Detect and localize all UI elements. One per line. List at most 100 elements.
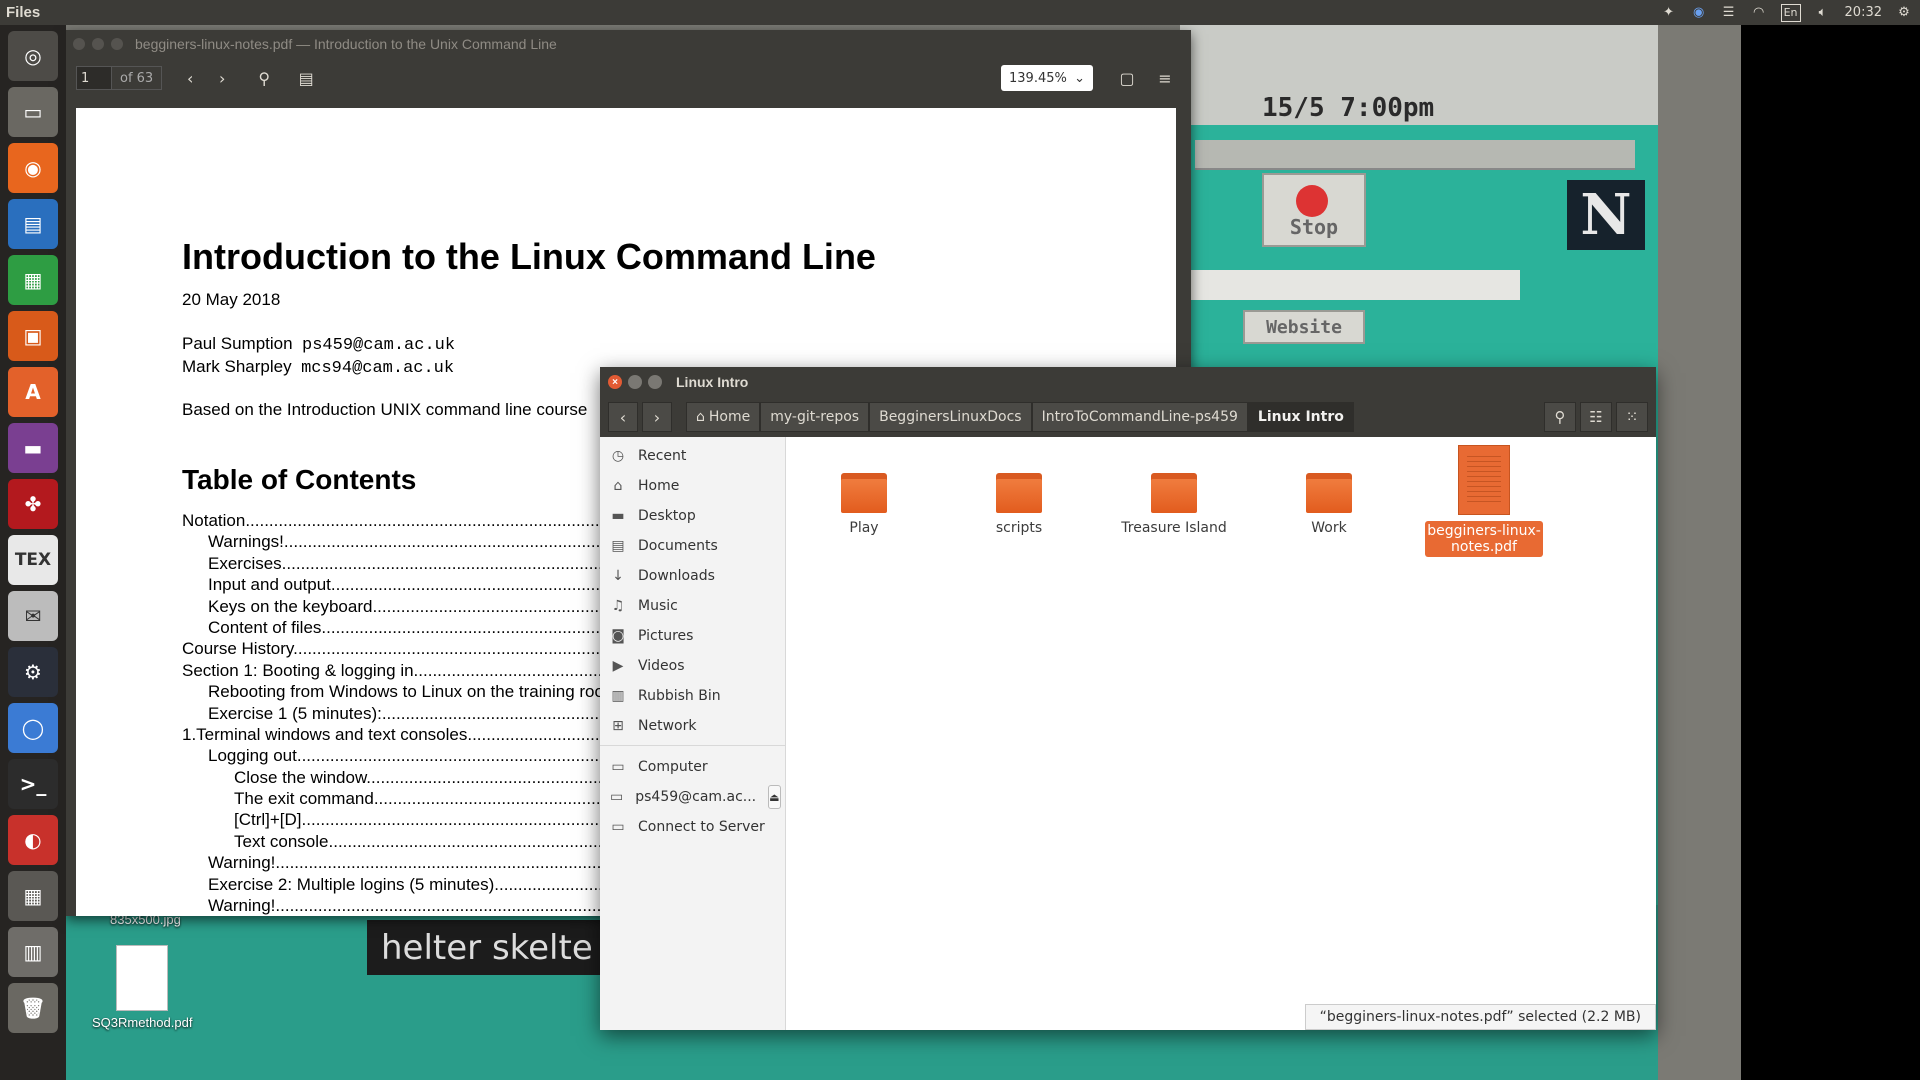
grid-view-button[interactable]: ⁙ bbox=[1616, 402, 1648, 432]
status-bar: “begginers-linux-notes.pdf” selected (2.… bbox=[1304, 1004, 1656, 1030]
files-icon: ▭ bbox=[23, 100, 43, 124]
chevron-left-icon: ‹ bbox=[619, 407, 627, 427]
launcher-firefox-icon[interactable]: ◉ bbox=[8, 143, 58, 193]
chevron-left-icon[interactable]: ‹ bbox=[174, 64, 206, 92]
folder-item[interactable]: Treasure Island bbox=[1114, 445, 1234, 537]
maximize-icon[interactable] bbox=[111, 38, 123, 50]
fm-file-area[interactable]: Play scripts Treasure Island Work begginers-… bbox=[786, 437, 1656, 1030]
fm-titlebar: × Linux Intro bbox=[600, 367, 1656, 397]
sidebar-item-network[interactable]: ⊞ Network bbox=[600, 711, 785, 741]
gear-icon[interactable]: ⚙ bbox=[1896, 4, 1912, 22]
sidebar-item-ps459-cam-ac[interactable]: ▭ ps459@cam.ac... ⏏ bbox=[600, 782, 785, 812]
folder-icon bbox=[1151, 473, 1197, 513]
document-icon: ▤ bbox=[611, 538, 625, 554]
close-icon[interactable]: × bbox=[608, 375, 622, 389]
file-label: begginers-linux-notes.pdf bbox=[1425, 521, 1543, 557]
launcher-unity-tweak-icon[interactable]: ▥ bbox=[8, 927, 58, 977]
sidebar-item-music[interactable]: ♫ Music bbox=[600, 591, 785, 621]
launcher-files-icon[interactable]: ▭ bbox=[8, 87, 58, 137]
folder-item[interactable]: scripts bbox=[959, 445, 1079, 537]
wallpaper-bezel bbox=[1658, 25, 1741, 1080]
menu-icon[interactable]: ≡ bbox=[1149, 64, 1181, 92]
breadcrumb-item[interactable]: IntroToCommandLine-ps459 bbox=[1031, 402, 1248, 432]
sidebar-item-downloads[interactable]: ↓ Downloads bbox=[600, 561, 785, 591]
video-icon: ▶ bbox=[612, 658, 624, 674]
minimize-icon[interactable] bbox=[92, 38, 104, 50]
wifi-icon[interactable]: ◠ bbox=[1751, 4, 1767, 22]
launcher-evince-icon[interactable]: ◐ bbox=[8, 815, 58, 865]
breadcrumb-item[interactable]: my-git-repos bbox=[760, 402, 870, 432]
chromium-indicator-icon[interactable]: ◉ bbox=[1691, 4, 1707, 22]
clock-icon: ◷ bbox=[611, 448, 625, 464]
launcher-workspaces-icon[interactable]: ▬ bbox=[8, 423, 58, 473]
desktop-icon-label: SQ3Rmethod.pdf bbox=[92, 1015, 193, 1030]
close-icon[interactable] bbox=[73, 38, 85, 50]
launcher-software-center-icon[interactable]: A bbox=[8, 367, 58, 417]
keyboard-layout-indicator[interactable]: En bbox=[1780, 3, 1801, 22]
grid-icon: ⁙ bbox=[1625, 408, 1639, 426]
launcher-calc-icon[interactable]: ▦ bbox=[8, 255, 58, 305]
chevron-right-icon[interactable]: › bbox=[206, 64, 238, 92]
dropbox-icon[interactable]: ✦ bbox=[1661, 4, 1677, 22]
server-icon: ▭ bbox=[611, 819, 625, 835]
launcher-chromium-icon[interactable]: ◯ bbox=[8, 703, 58, 753]
launcher-terminal-icon[interactable]: >_ bbox=[8, 759, 58, 809]
launcher-writer-icon[interactable]: ▤ bbox=[8, 199, 58, 249]
launcher-ubuntu-dash-icon[interactable]: ◎ bbox=[8, 31, 58, 81]
sidebar-item-documents[interactable]: ▤ Documents bbox=[600, 531, 785, 561]
document-title: Introduction to the Linux Command Line bbox=[182, 236, 876, 277]
sidebar-item-pictures[interactable]: ◙ Pictures bbox=[600, 621, 785, 651]
wallpaper-helter-sign: helter skelte bbox=[367, 920, 607, 975]
breadcrumb-item[interactable]: Linux Intro bbox=[1247, 402, 1354, 432]
folder-item[interactable]: Play bbox=[804, 445, 924, 537]
sidebar-toggle-icon[interactable]: ▤ bbox=[290, 64, 322, 92]
sidebar-item-videos[interactable]: ▶ Videos bbox=[600, 651, 785, 681]
music-icon: ♫ bbox=[611, 598, 625, 614]
launcher-trash-icon[interactable]: 🗑 bbox=[8, 983, 58, 1033]
launcher-steam-icon[interactable]: ⚙ bbox=[8, 647, 58, 697]
sidebar-item-label: Network bbox=[638, 718, 697, 734]
file-item[interactable]: begginers-linux-notes.pdf bbox=[1424, 445, 1544, 557]
forward-button[interactable]: › bbox=[642, 402, 672, 432]
breadcrumb-label: Home bbox=[708, 409, 751, 425]
home-icon: ⌂ bbox=[613, 478, 623, 494]
launcher-mendeley-icon[interactable]: ✤ bbox=[8, 479, 58, 529]
folder-item[interactable]: Work bbox=[1269, 445, 1389, 537]
launcher-impress-icon[interactable]: ▣ bbox=[8, 311, 58, 361]
sidebar-item-label: Computer bbox=[638, 759, 708, 775]
clock[interactable]: 20:32 bbox=[1845, 4, 1882, 22]
minimize-icon[interactable] bbox=[628, 375, 642, 389]
eject-icon[interactable]: ⏏ bbox=[768, 785, 781, 809]
search-button[interactable]: ⚲ bbox=[1544, 402, 1576, 432]
breadcrumb-item[interactable]: ⌂ Home bbox=[686, 402, 761, 432]
breadcrumb-item[interactable]: BegginersLinuxDocs bbox=[869, 402, 1032, 432]
sidebar-item-rubbish-bin[interactable]: ▥ Rubbish Bin bbox=[600, 681, 785, 711]
sidebar-item-desktop[interactable]: ▬ Desktop bbox=[600, 501, 785, 531]
list-view-button[interactable]: ☷ bbox=[1580, 402, 1612, 432]
clipboard-icon[interactable]: ☰ bbox=[1721, 4, 1737, 22]
author-line: Mark Sharpley mcs94@cam.ac.uk bbox=[182, 357, 454, 378]
volume-icon[interactable]: 🔈︎ bbox=[1815, 4, 1831, 22]
top-panel: Files ✦ ◉ ☰ ◠ En 🔈︎ 20:32 ⚙ bbox=[0, 0, 1920, 25]
maximize-icon[interactable] bbox=[648, 375, 662, 389]
launcher-mail-icon[interactable]: ✉ bbox=[8, 591, 58, 641]
mail-icon: ✉ bbox=[24, 604, 42, 628]
sidebar-item-connect-to-server[interactable]: ▭ Connect to Server bbox=[600, 812, 785, 842]
page-number-input[interactable]: 1 bbox=[76, 66, 112, 90]
annotation-icon[interactable]: ▢ bbox=[1111, 64, 1143, 92]
sidebar-item-computer[interactable]: ▭ Computer bbox=[600, 752, 785, 782]
sidebar-item-home[interactable]: ⌂ Home bbox=[600, 471, 785, 501]
sidebar-item-recent[interactable]: ◷ Recent bbox=[600, 441, 785, 471]
launcher-workspace-switcher-icon[interactable]: ▦ bbox=[8, 871, 58, 921]
desktop-icon-pdf[interactable]: SQ3Rmethod.pdf bbox=[92, 945, 192, 1030]
launcher-texmaker-icon[interactable]: TEX bbox=[8, 535, 58, 585]
back-button[interactable]: ‹ bbox=[608, 402, 638, 432]
stop-sign-icon bbox=[1296, 185, 1328, 217]
pdf-file-icon bbox=[1458, 445, 1510, 515]
zoom-select[interactable]: 139.45% ⌄ bbox=[1001, 65, 1093, 91]
breadcrumb-label: BegginersLinuxDocs bbox=[879, 409, 1022, 425]
author-email: ps459@cam.ac.uk bbox=[302, 336, 456, 355]
search-icon[interactable]: ⚲ bbox=[248, 64, 280, 92]
sidebar-item-label: Connect to Server bbox=[638, 819, 765, 835]
folder-icon bbox=[996, 473, 1042, 513]
